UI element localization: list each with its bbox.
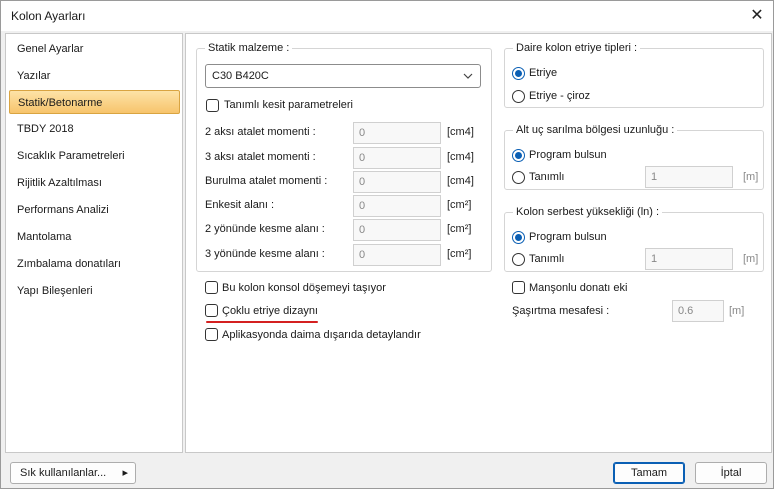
custom-section-label: Tanımlı kesit parametreleri — [224, 99, 353, 111]
clear-height-auto-label: Program bulsun — [529, 231, 607, 243]
material-select-value: C30 B420C — [212, 70, 269, 82]
circular-stirrup-group: Daire kolon etriye tipleri : Etriye Etri… — [504, 42, 764, 108]
torsion-unit: [cm4] — [447, 175, 474, 187]
row-label-3-inertia: 3 aksı atalet momenti : — [205, 151, 316, 163]
confinement-auto-label: Program bulsun — [529, 149, 607, 161]
confinement-auto-radio[interactable] — [512, 149, 525, 162]
sidebar-item-mantolama[interactable]: Mantolama — [9, 225, 180, 249]
window-title: Kolon Ayarları — [11, 9, 86, 23]
cancel-button[interactable]: İptal — [695, 462, 767, 484]
sidebar-item-statik-betonarme[interactable]: Statik/Betonarme — [9, 90, 180, 114]
confinement-length-field[interactable]: 1 — [645, 166, 733, 188]
console-slab-label: Bu kolon konsol döşemeyi taşıyor — [222, 282, 386, 294]
shear-3-unit: [cm²] — [447, 248, 472, 260]
coupler-splice-checkbox[interactable] — [512, 281, 525, 294]
stirrup-radio[interactable] — [512, 67, 525, 80]
custom-section-checkbox[interactable] — [206, 99, 219, 112]
sidebar-item-zimbalama-donatilari[interactable]: Zımbalama donatıları — [9, 252, 180, 276]
row-label-area: Enkesit alanı : — [205, 199, 275, 211]
confinement-defined-radio[interactable] — [512, 171, 525, 184]
clear-height-defined-label: Tanımlı — [529, 253, 565, 265]
chevron-right-icon: ▸ — [122, 467, 128, 479]
row-label-torsion: Burulma atalet momenti : — [205, 175, 328, 187]
clear-height-auto-radio[interactable] — [512, 231, 525, 244]
chevron-down-icon — [462, 65, 474, 96]
sidebar-item-yapi-bilesenleri[interactable]: Yapı Bileşenleri — [9, 279, 180, 303]
statik-material-group: Statik malzeme : C30 B420C Tanımlı kesit… — [196, 42, 492, 272]
shear-2-field[interactable]: 0 — [353, 219, 441, 241]
area-unit: [cm²] — [447, 199, 472, 211]
title-bar: Kolon Ayarları ✕ — [1, 1, 773, 31]
inertia-3-unit: [cm4] — [447, 151, 474, 163]
confinement-defined-label: Tanımlı — [529, 171, 565, 183]
settings-dialog: Kolon Ayarları ✕ Genel Ayarlar Yazılar S… — [0, 0, 774, 489]
torsion-field[interactable]: 0 — [353, 171, 441, 193]
close-icon[interactable]: ✕ — [747, 6, 767, 26]
ok-button[interactable]: Tamam — [613, 462, 685, 484]
stirrup-crosstie-label: Etriye - çiroz — [529, 90, 591, 102]
sidebar-item-yazilar[interactable]: Yazılar — [9, 64, 180, 88]
sidebar-item-sicaklik-parametreleri[interactable]: Sıcaklık Parametreleri — [9, 144, 180, 168]
row-label-shear-2: 2 yönünde kesme alanı : — [205, 223, 325, 235]
favorites-label: Sık kullanılanlar... — [20, 467, 107, 479]
sidebar-item-rijitlik-azaltilmasi[interactable]: Rijitlik Azaltılması — [9, 171, 180, 195]
inertia-3-field[interactable]: 0 — [353, 147, 441, 169]
detail-outside-label: Aplikasyonda daima dışarıda detaylandır — [222, 329, 421, 341]
inertia-2-field[interactable]: 0 — [353, 122, 441, 144]
row-label-shear-3: 3 yönünde kesme alanı : — [205, 248, 325, 260]
settings-panel: Statik malzeme : C30 B420C Tanımlı kesit… — [185, 33, 772, 453]
material-select[interactable]: C30 B420C — [205, 64, 481, 88]
console-slab-checkbox[interactable] — [205, 281, 218, 294]
inertia-2-unit: [cm4] — [447, 126, 474, 138]
clear-height-title: Kolon serbest yüksekliği (ln) : — [513, 206, 663, 218]
stirrup-crosstie-radio[interactable] — [512, 90, 525, 103]
clear-height-defined-radio[interactable] — [512, 253, 525, 266]
circular-stirrup-title: Daire kolon etriye tipleri : — [513, 42, 641, 54]
stirrup-label: Etriye — [529, 67, 558, 79]
coupler-splice-label: Manşonlu donatı eki — [529, 282, 628, 294]
stagger-distance-label: Şaşırtma mesafesi : — [512, 305, 610, 317]
detail-outside-checkbox[interactable] — [205, 328, 218, 341]
sidebar-item-tbdy-2018[interactable]: TBDY 2018 — [9, 117, 180, 141]
sidebar-item-performans-analizi[interactable]: Performans Analizi — [9, 198, 180, 222]
shear-3-field[interactable]: 0 — [353, 244, 441, 266]
clear-height-unit: [m] — [743, 253, 759, 265]
highlight-underline — [206, 321, 318, 323]
stagger-distance-unit: [m] — [729, 305, 745, 317]
clear-height-field[interactable]: 1 — [645, 248, 733, 270]
confinement-length-unit: [m] — [743, 171, 759, 183]
shear-2-unit: [cm²] — [447, 223, 472, 235]
stagger-distance-field[interactable]: 0.6 — [672, 300, 724, 322]
row-label-2-inertia: 2 aksı atalet momenti : — [205, 126, 316, 138]
clear-height-group: Kolon serbest yüksekliği (ln) : Program … — [504, 206, 764, 272]
multi-stirrup-checkbox[interactable] — [205, 304, 218, 317]
category-list: Genel Ayarlar Yazılar Statik/Betonarme T… — [5, 33, 183, 453]
confinement-length-title: Alt uç sarılma bölgesi uzunluğu : — [513, 124, 678, 136]
sidebar-item-genel-ayarlar[interactable]: Genel Ayarlar — [9, 37, 180, 61]
statik-material-title: Statik malzeme : — [205, 42, 293, 54]
confinement-length-group: Alt uç sarılma bölgesi uzunluğu : Progra… — [504, 124, 764, 190]
favorites-button[interactable]: Sık kullanılanlar... ▸ — [10, 462, 136, 484]
multi-stirrup-label: Çoklu etriye dizaynı — [222, 305, 318, 317]
area-field[interactable]: 0 — [353, 195, 441, 217]
